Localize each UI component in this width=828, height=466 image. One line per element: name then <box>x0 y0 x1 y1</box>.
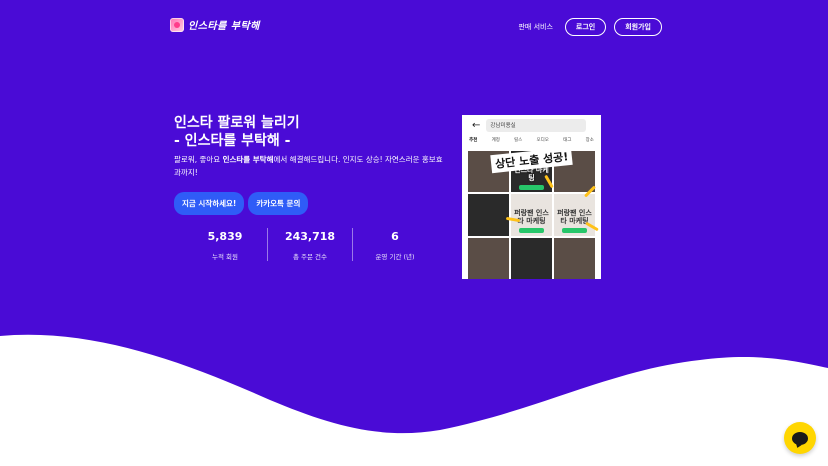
stat-years: 6 운영 기간 (년) <box>352 228 437 261</box>
preview-tag <box>519 228 544 234</box>
kakao-inquiry-button[interactable]: 카카오톡 문의 <box>248 192 309 215</box>
login-button[interactable]: 로그인 <box>564 18 607 36</box>
hero-cta-group: 지금 시작하세요! 카카오톡 문의 <box>174 192 309 215</box>
start-now-button[interactable]: 지금 시작하세요! <box>174 192 245 215</box>
preview-tag <box>519 184 544 190</box>
kakao-chat-icon <box>792 431 808 445</box>
preview-cell <box>511 237 552 279</box>
nav-service-link[interactable]: 판매 서비스 <box>518 22 552 32</box>
preview-tab: 태그 <box>563 138 572 143</box>
logo-text: 인스타를 부탁해 <box>188 21 260 32</box>
preview-search-box: 강남미용실 <box>486 118 587 132</box>
hero-description: 팔로워, 좋아요 인스타를 부탁해에서 해결해드립니다. 인지도 상승! 자연스… <box>174 153 449 179</box>
desc-brand: 인스타를 부탁해 <box>222 155 274 164</box>
preview-cell: 퍼랑팬 인스타 마케팅 <box>554 194 595 236</box>
preview-tab: 추천 <box>469 138 478 143</box>
preview-banner: 상단 노출 성공! <box>462 146 601 174</box>
preview-tab: 장소 <box>585 138 594 143</box>
hero-title-line2: - 인스타를 부탁해 - <box>174 133 291 149</box>
arrow-left-icon: ← <box>472 119 481 131</box>
hero-title-line1: 인스타 팔로워 늘리기 <box>174 115 300 131</box>
preview-search-row: ← 강남미용실 <box>462 115 601 135</box>
preview-cell <box>554 237 595 279</box>
stat-orders: 243,718 총 주문 건수 <box>267 228 352 261</box>
preview-tab: 계정 <box>491 138 500 143</box>
top-nav: 판매 서비스 로그인 회원가입 <box>518 18 662 36</box>
preview-tag <box>562 228 587 234</box>
preview-cell: 퍼랑팬 인스타 마케팅 <box>511 194 552 236</box>
hero-title: 인스타 팔로워 늘리기 - 인스타를 부탁해 - <box>174 114 300 150</box>
brand-logo[interactable]: 인스타를 부탁해 <box>170 17 260 32</box>
preview-cell-text: 퍼랑팬 인스타 마케팅 <box>514 209 549 226</box>
preview-tabs: 추천 계정 릴스 오디오 태그 장소 <box>462 137 601 147</box>
stat-members: 5,839 누적 회원 <box>183 228 267 261</box>
app-logo-icon <box>170 17 184 32</box>
stat-label: 누적 회원 <box>212 253 238 261</box>
instagram-preview-image: ← 강남미용실 추천 계정 릴스 오디오 태그 장소 인스타 마케팅 퍼랑팬 인… <box>462 115 601 279</box>
kakao-chat-button[interactable] <box>784 422 816 454</box>
preview-tab: 릴스 <box>514 138 523 143</box>
preview-banner-text: 상단 노출 성공! <box>490 146 573 174</box>
stat-value: 5,839 <box>207 230 243 243</box>
preview-cell <box>468 194 509 236</box>
stat-value: 243,718 <box>284 230 336 243</box>
stats-row: 5,839 누적 회원 243,718 총 주문 건수 6 운영 기간 (년) <box>183 228 437 261</box>
preview-tab: 오디오 <box>536 138 549 143</box>
signup-button[interactable]: 회원가입 <box>614 18 662 36</box>
desc-part1: 팔로워, 좋아요 <box>174 155 223 164</box>
stat-value: 6 <box>391 230 399 243</box>
preview-cell <box>468 237 509 279</box>
stat-label: 총 주문 건수 <box>292 253 328 261</box>
stat-label: 운영 기간 (년) <box>375 253 415 261</box>
